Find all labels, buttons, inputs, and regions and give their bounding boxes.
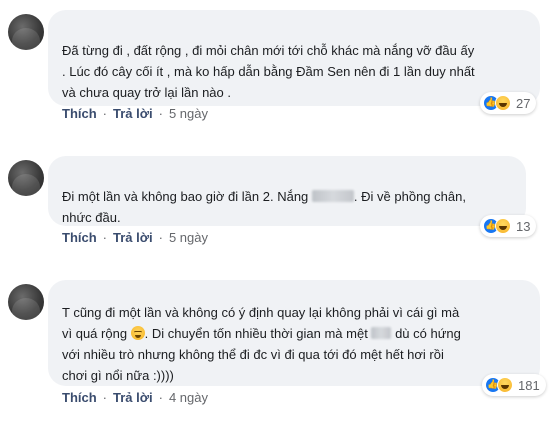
reaction-summary[interactable]: 👍 27 — [480, 92, 537, 114]
separator-dot: · — [102, 106, 108, 121]
haha-reaction-icon — [495, 218, 511, 234]
comment-text-line: . Lúc đó cây cối ít , mà ko hấp dẫn bằng… — [62, 64, 475, 79]
comment-text: Đi một lần và không bao giờ đi lần 2. Nắ… — [62, 189, 309, 204]
separator-dot: · — [158, 106, 163, 121]
like-button[interactable]: Thích — [62, 106, 97, 121]
reaction-count: 181 — [518, 377, 540, 393]
avatar[interactable] — [8, 160, 44, 196]
avatar[interactable] — [8, 284, 44, 320]
comment-text-line: chơi gì nổi nữa :)))) — [62, 368, 174, 383]
reaction-summary[interactable]: 👍 13 — [480, 215, 537, 237]
sad-emoji-icon — [130, 326, 145, 340]
reaction-count: 13 — [516, 218, 531, 234]
comment-text-line: Đã từng đi , đất rộng , đi mỏi chân mới … — [62, 43, 475, 58]
avatar[interactable] — [8, 14, 44, 50]
separator-dot: · — [102, 230, 108, 245]
comment-text: . Đi về phồng chân, — [353, 189, 466, 204]
comment-text-line: nhức đầu. — [62, 210, 121, 225]
reaction-count: 27 — [516, 95, 531, 111]
haha-reaction-icon — [495, 95, 511, 111]
comment-bubble: T cũng đi một lần và không có ý định qua… — [48, 280, 540, 386]
comment-bubble: Đã từng đi , đất rộng , đi mỏi chân mới … — [48, 10, 540, 106]
comment-actions: Thích · Trả lời · 5 ngày — [62, 106, 208, 121]
reaction-summary[interactable]: 👍 181 — [482, 374, 546, 396]
comment-actions: Thích · Trả lời · 4 ngày — [62, 390, 208, 405]
like-button[interactable]: Thích — [62, 390, 97, 405]
comment-text-line: Đi một lần và không bao giờ đi lần 2. Nắ… — [62, 186, 512, 207]
reply-button[interactable]: Trả lời — [113, 106, 153, 121]
comment-timestamp[interactable]: 5 ngày — [169, 106, 208, 121]
censored-word — [311, 190, 354, 202]
comment-text: vì quá rộng — [62, 326, 128, 341]
separator-dot: · — [158, 390, 163, 405]
haha-reaction-icon — [497, 377, 513, 393]
reply-button[interactable]: Trả lời — [113, 230, 153, 245]
comment-timestamp[interactable]: 5 ngày — [169, 230, 208, 245]
separator-dot: · — [158, 230, 163, 245]
comment-text-line: T cũng đi một lần và không có ý định qua… — [62, 305, 460, 320]
comment-actions: Thích · Trả lời · 5 ngày — [62, 230, 208, 245]
comment-text: dù có hứng — [395, 326, 461, 341]
comment-text-line: vì quá rộng . Di chuyển tốn nhiều thời g… — [62, 323, 526, 344]
reply-button[interactable]: Trả lời — [113, 390, 153, 405]
separator-dot: · — [102, 390, 108, 405]
comment-text-line: và chưa quay trở lại lần nào . — [62, 85, 231, 100]
comment-timestamp[interactable]: 4 ngày — [169, 390, 208, 405]
comment-text-line: với nhiều trò nhưng không thể đi đc vì đ… — [62, 347, 444, 362]
comment-bubble: Đi một lần và không bao giờ đi lần 2. Nắ… — [48, 156, 526, 226]
censored-word — [371, 327, 392, 339]
comment-text: . Di chuyển tốn nhiều thời gian mà mệt — [144, 326, 368, 341]
like-button[interactable]: Thích — [62, 230, 97, 245]
